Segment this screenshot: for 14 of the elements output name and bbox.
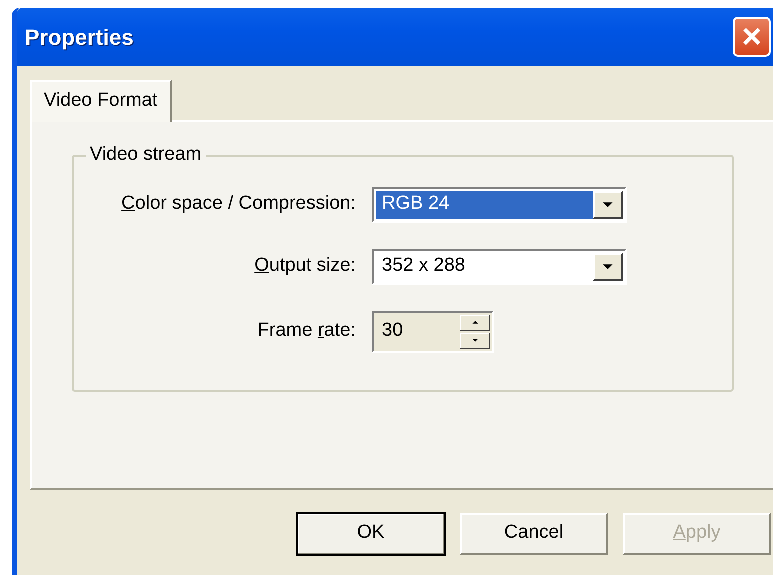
dropdown[interactable]: RGB 24 [372, 186, 627, 222]
close-button[interactable]: × [733, 17, 771, 57]
window-title: Properties [25, 24, 134, 52]
dropdown-arrow-icon [602, 262, 614, 270]
tab[interactable]: Video Format [30, 80, 172, 122]
field-label: Color space / Compression: [120, 192, 357, 216]
field-label: Output size: [254, 254, 357, 278]
dropdown[interactable]: 352 x 288 [372, 248, 627, 284]
dropdown-arrow-icon [602, 200, 614, 208]
down-arrow-icon [472, 338, 478, 343]
cancel-button[interactable]: Cancel [460, 512, 608, 554]
ok-button[interactable]: OK [297, 512, 445, 554]
field-label: Frame rate: [256, 319, 357, 344]
up-arrow-icon [472, 320, 478, 325]
